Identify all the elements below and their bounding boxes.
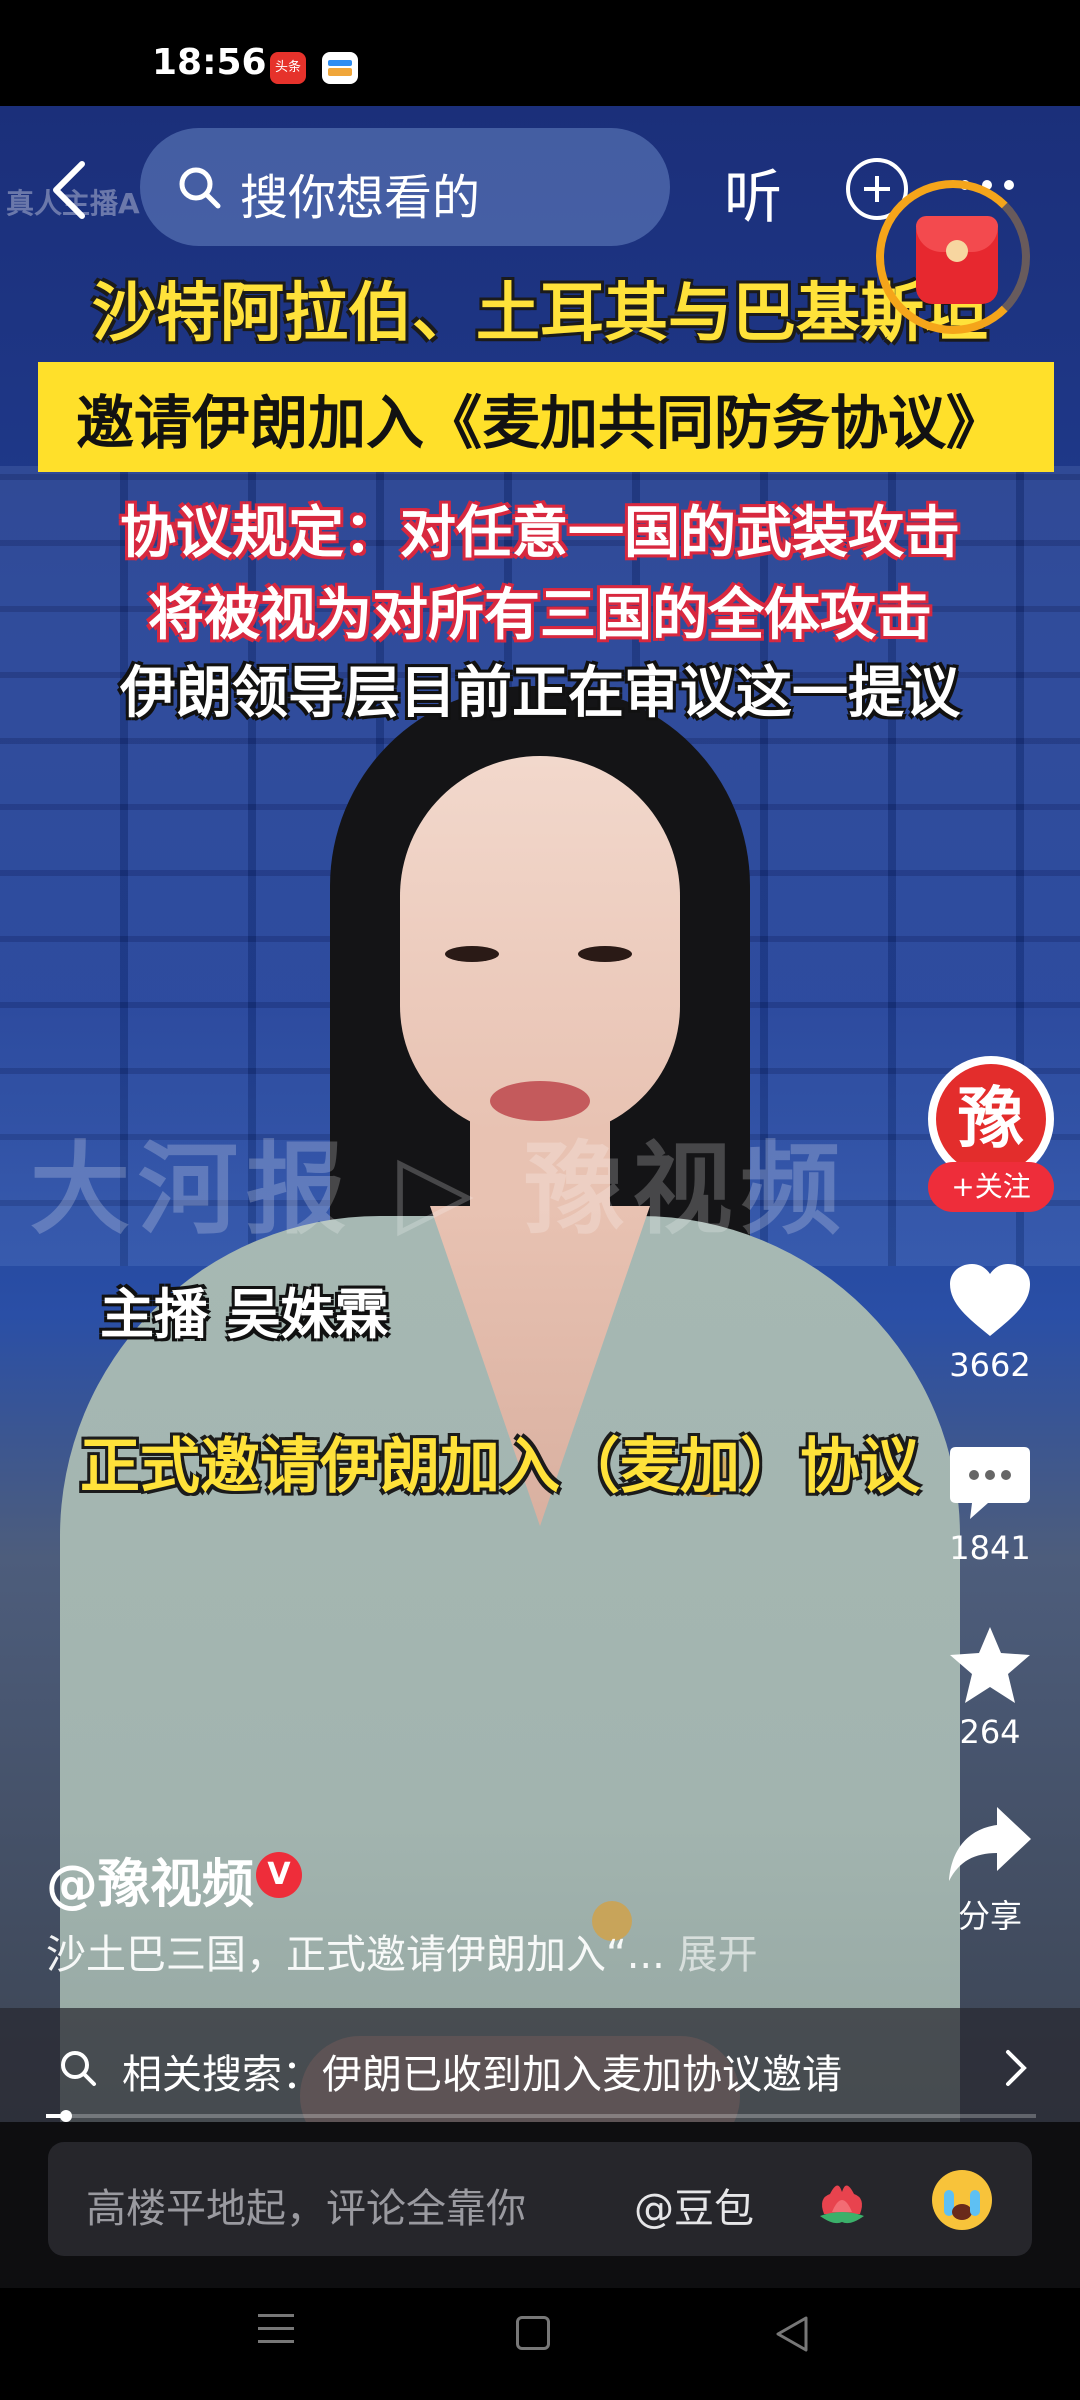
like-count: 3662 (949, 1346, 1031, 1384)
video-progress-bar[interactable] (46, 2110, 1036, 2122)
avatar-logo: 豫 (936, 1064, 1046, 1174)
anchor-name: 主播 吴姝霖 (100, 1283, 389, 1346)
video-description[interactable]: 沙土巴三国，正式邀请伊朗加入“... 展开 (46, 1922, 758, 1980)
back-button[interactable] (44, 158, 94, 222)
search-placeholder: 搜你想看的 (240, 170, 481, 226)
menu-nav-icon[interactable] (258, 2314, 294, 2344)
follow-button[interactable]: +关注 (928, 1162, 1054, 1212)
related-search-text: 相关搜索：伊朗已收到加入麦加协议邀请 (122, 2052, 842, 2098)
watermark: 大河报 ▷ 豫视频 (30, 1131, 849, 1248)
favorite-button[interactable]: 264 (940, 1625, 1040, 1751)
status-time: 18:56 (152, 42, 267, 83)
back-nav-icon[interactable] (774, 2314, 810, 2354)
toutiao-icon: 头条 (270, 52, 306, 84)
caption-line-3: 协议规定：对任意一国的武装攻击 (120, 501, 960, 566)
favorite-count: 264 (959, 1713, 1021, 1751)
progress-knob[interactable] (59, 2110, 72, 2122)
back-arrow-icon (53, 161, 85, 219)
status-bar: 18:56 头条 (0, 0, 1080, 106)
search-bar[interactable]: 搜你想看的 (140, 128, 670, 246)
verified-badge-icon: V (256, 1852, 302, 1898)
listen-button[interactable]: 听 (724, 150, 782, 234)
red-packet-icon[interactable] (876, 180, 1030, 334)
caption-line-2: 邀请伊朗加入《麦加共同防务协议》 (75, 389, 1004, 457)
envelope-icon (916, 216, 998, 304)
rose-emoji-icon[interactable] (810, 2168, 874, 2232)
wallet-icon (322, 52, 358, 84)
comment-count: 1841 (949, 1529, 1031, 1567)
anchor-eye (578, 946, 632, 962)
description-text: 沙土巴三国，正式邀请伊朗加入“... (46, 1932, 665, 1978)
search-icon (61, 2051, 96, 2086)
star-icon (950, 1627, 1030, 1703)
caption-line-5: 伊朗领导层目前正在审议这一提议 (120, 661, 960, 726)
search-icon (179, 167, 221, 209)
anchor-eye (445, 946, 499, 962)
comment-placeholder: 高楼平地起，评论全靠你 (86, 2186, 526, 2232)
share-label: 分享 (957, 1897, 1022, 1935)
caption-line-4: 将被视为对所有三国的全体攻击 (148, 583, 932, 648)
author-name[interactable]: @豫视频 (46, 1842, 254, 1917)
like-button[interactable]: 3662 (940, 1262, 1040, 1384)
anchor-face (400, 756, 680, 1136)
bottom-caption: 正式邀请伊朗加入（麦加）协议 (80, 1432, 920, 1502)
comment-button[interactable]: 1841 (940, 1445, 1040, 1567)
heart-icon (950, 1264, 1030, 1336)
comment-icon (950, 1447, 1030, 1519)
share-button[interactable]: 分享 (940, 1805, 1040, 1937)
share-arrow-icon (949, 1807, 1031, 1881)
related-search-bar[interactable]: 相关搜索：伊朗已收到加入麦加协议邀请 (0, 2008, 1080, 2124)
home-nav-icon[interactable] (516, 2316, 550, 2350)
crying-emoji-icon[interactable] (932, 2170, 992, 2230)
mention-doubao-button[interactable]: @豆包 (634, 2176, 754, 2234)
comment-input[interactable]: 高楼平地起，评论全靠你 @豆包 (48, 2142, 1032, 2256)
expand-link[interactable]: 展开 (678, 1932, 758, 1978)
chevron-right-icon (1006, 2050, 1027, 2086)
